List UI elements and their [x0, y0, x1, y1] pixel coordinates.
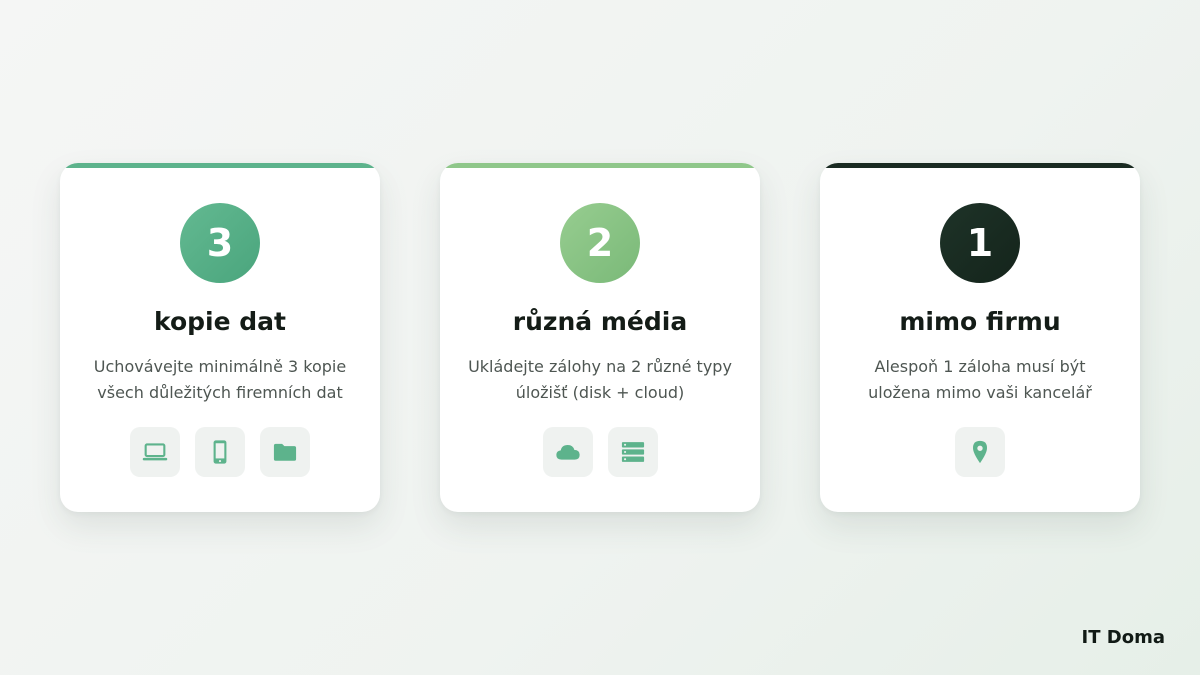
card-accent-bar [440, 163, 760, 168]
laptop-icon [130, 427, 180, 477]
card-title: kopie dat [154, 307, 286, 336]
card-copies: 3 kopie dat Uchovávejte minimálně 3 kopi… [60, 163, 380, 512]
phone-icon [195, 427, 245, 477]
card-accent-bar [60, 163, 380, 168]
cloud-icon [542, 427, 593, 477]
folder-icon [260, 427, 310, 477]
icon-row [820, 427, 1140, 477]
location-pin-icon [955, 427, 1005, 477]
rule-cards: 3 kopie dat Uchovávejte minimálně 3 kopi… [60, 163, 1140, 512]
brand-logo-text: IT Doma [1081, 627, 1165, 648]
number-badge: 2 [560, 203, 640, 283]
icon-row [60, 427, 380, 477]
card-offsite: 1 mimo firmu Alespoň 1 záloha musí být u… [820, 163, 1140, 512]
server-icon [607, 427, 658, 477]
icon-row [440, 427, 760, 477]
number-badge: 3 [180, 203, 260, 283]
number-badge: 1 [940, 203, 1020, 283]
card-description: Ukládejte zálohy na 2 různé typy úložišť… [468, 357, 732, 402]
card-description: Alespoň 1 záloha musí být uložena mimo v… [868, 357, 1092, 402]
card-description: Uchovávejte minimálně 3 kopie všech důle… [93, 357, 347, 402]
card-title: různá média [512, 307, 688, 336]
card-accent-bar [820, 163, 1140, 168]
card-media: 2 různá média Ukládejte zálohy na 2 různ… [440, 163, 760, 512]
card-title: mimo firmu [899, 307, 1061, 336]
